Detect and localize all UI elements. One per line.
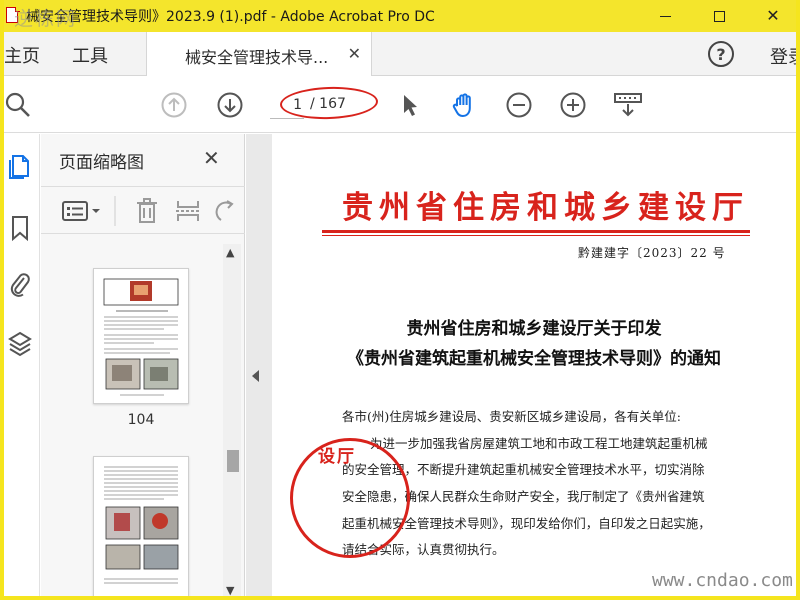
scroll-up-arrow[interactable]: ▲ — [226, 246, 234, 259]
page-thumbnail-104[interactable] — [93, 268, 189, 404]
thumbnail-page-label: 104 — [127, 412, 155, 428]
previous-page-icon[interactable] — [160, 91, 188, 119]
tab-bar: 主页 工具 械安全管理技术导... ✕ ? 登录 — [0, 32, 800, 76]
toolbar-divider — [113, 196, 117, 226]
scroll-down-arrow[interactable]: ▼ — [226, 584, 234, 597]
document-body-line: 为进一步加强我省房屋建筑工地和市政工程工地建筑起重机械 — [370, 436, 708, 451]
toolbar: 1 / 167 — [0, 77, 800, 133]
thumbnails-scrollbar[interactable]: ▲ ▼ — [223, 244, 241, 600]
extract-pages-icon[interactable] — [175, 199, 201, 223]
zoom-in-icon[interactable] — [559, 91, 587, 119]
panel-title: 页面缩略图 — [59, 153, 144, 173]
tab-tools[interactable]: 工具 — [72, 42, 108, 68]
maximize-button[interactable] — [692, 0, 746, 32]
select-cursor-icon[interactable] — [396, 91, 424, 119]
attachment-icon[interactable] — [6, 270, 34, 298]
login-button[interactable]: 登录 — [770, 43, 800, 69]
tab-document-label: 械安全管理技术导... — [185, 48, 329, 67]
zoom-out-icon[interactable] — [505, 91, 533, 119]
minimize-icon — [659, 15, 671, 17]
document-title-line1: 贵州省住房和城乡建设厅关于印发 — [406, 319, 662, 339]
page-thumbnail-next[interactable] — [93, 456, 189, 600]
search-icon[interactable] — [4, 91, 32, 119]
tab-close-icon[interactable]: ✕ — [348, 44, 361, 63]
help-icon[interactable]: ? — [708, 41, 734, 67]
thumbnails-list: 104 — [41, 244, 223, 600]
document-header: 贵州省住房和城乡建设厅 — [342, 190, 749, 226]
document-title-line2: 《贵州省建筑起重机械安全管理技术导则》的通知 — [347, 349, 721, 369]
watermark-bottom: www.cndao.com — [652, 570, 793, 591]
document-number: 黔建建字〔2023〕22 号 — [578, 246, 726, 260]
tab-home[interactable]: 主页 — [4, 42, 40, 68]
collapse-panel-arrow[interactable] — [252, 370, 259, 382]
scrollbar-thumb[interactable] — [227, 450, 239, 472]
window-controls: ✕ — [638, 0, 800, 32]
scroll-mode-icon[interactable] — [612, 91, 644, 119]
minimize-button[interactable] — [638, 0, 692, 32]
panel-close-icon[interactable]: ✕ — [203, 146, 220, 170]
delete-page-icon[interactable] — [135, 198, 159, 223]
hand-tool-icon[interactable] — [450, 91, 478, 119]
header-rule-thick — [322, 230, 750, 233]
window-title: 械安全管理技术导则》2023.9 (1).pdf - Adobe Acrobat… — [26, 9, 435, 25]
next-page-icon[interactable] — [216, 91, 244, 119]
header-rule-thin — [322, 235, 750, 236]
close-icon: ✕ — [766, 6, 780, 25]
page-thumbnails-icon[interactable] — [6, 152, 34, 180]
layers-icon[interactable] — [6, 330, 34, 358]
maximize-icon — [713, 10, 725, 22]
page-thumbnails-panel: 页面缩略图 ✕ 104 ▲ ▼ — [41, 134, 245, 600]
thumbnail-options-icon[interactable] — [61, 199, 103, 223]
close-window-button[interactable]: ✕ — [746, 0, 800, 32]
tab-document[interactable]: 械安全管理技术导... ✕ — [146, 32, 372, 76]
title-bar: 械安全管理技术导则》2023.9 (1).pdf - Adobe Acrobat… — [0, 0, 800, 32]
official-seal-text: 设厅 — [318, 447, 356, 467]
watermark-top: 逆栋网 — [14, 8, 78, 30]
bookmark-icon[interactable] — [6, 214, 34, 242]
rotate-page-icon[interactable] — [215, 199, 235, 223]
panel-toolbar — [41, 186, 245, 234]
document-addressee: 各市(州)住房城乡建设局、贵安新区城乡建设局，各有关单位: — [342, 409, 681, 424]
left-tool-rail — [4, 134, 40, 600]
